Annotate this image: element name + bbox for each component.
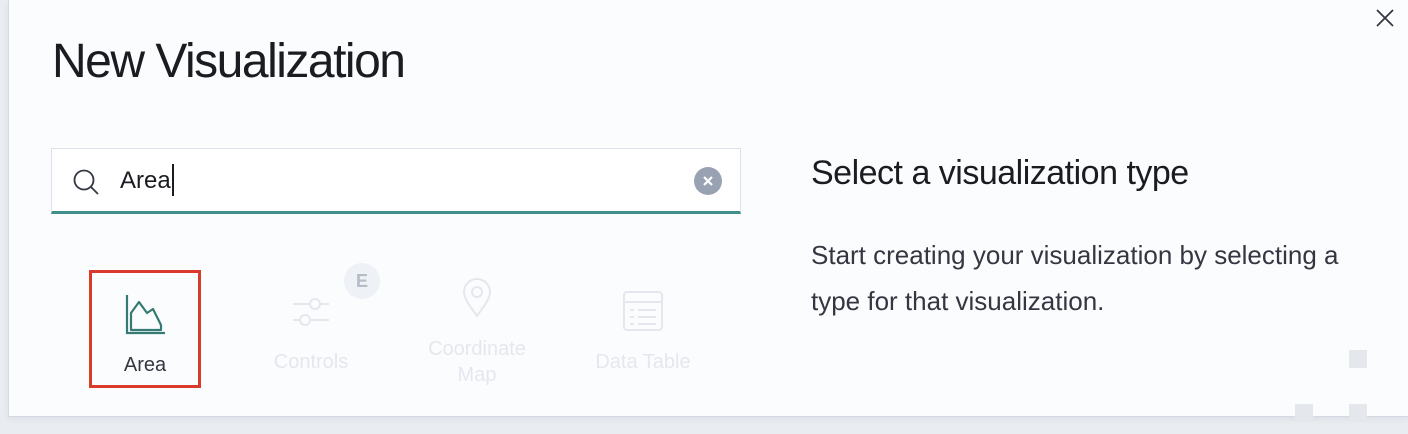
side-panel-description: Start creating your visualization by sel… [811,240,1339,316]
vis-type-label: Controls [273,351,349,373]
close-icon [1376,9,1394,27]
vis-type-label: Area [123,354,167,376]
area-chart-icon [92,293,198,337]
vis-type-data-table[interactable]: Data Table [587,270,699,388]
search-input-value: Area [120,167,171,194]
clear-icon [703,176,713,186]
modal-title: New Visualization [52,35,406,88]
close-button[interactable] [1370,5,1400,31]
text-cursor [171,163,174,196]
vis-type-area[interactable]: Area [89,270,201,388]
vis-type-coordinate-map[interactable]: Coordinate Map [421,270,533,388]
clear-search-button[interactable] [694,167,722,195]
vis-type-label: Data Table [595,351,691,373]
map-pin-icon [421,278,533,318]
decorative-square [1349,404,1367,422]
decorative-square [1349,350,1367,368]
vis-type-label: Coordinate Map [428,338,526,386]
new-visualization-modal: New Visualization Area Area Controls E C… [8,0,1408,422]
search-field[interactable]: Area [51,148,741,214]
table-icon [587,290,699,332]
controls-icon [255,294,367,330]
side-panel-title: Select a visualization type [811,154,1189,192]
search-input[interactable]: Area [120,149,174,212]
search-icon [73,169,99,195]
experimental-badge: E [344,263,380,299]
decorative-square [1295,404,1313,422]
